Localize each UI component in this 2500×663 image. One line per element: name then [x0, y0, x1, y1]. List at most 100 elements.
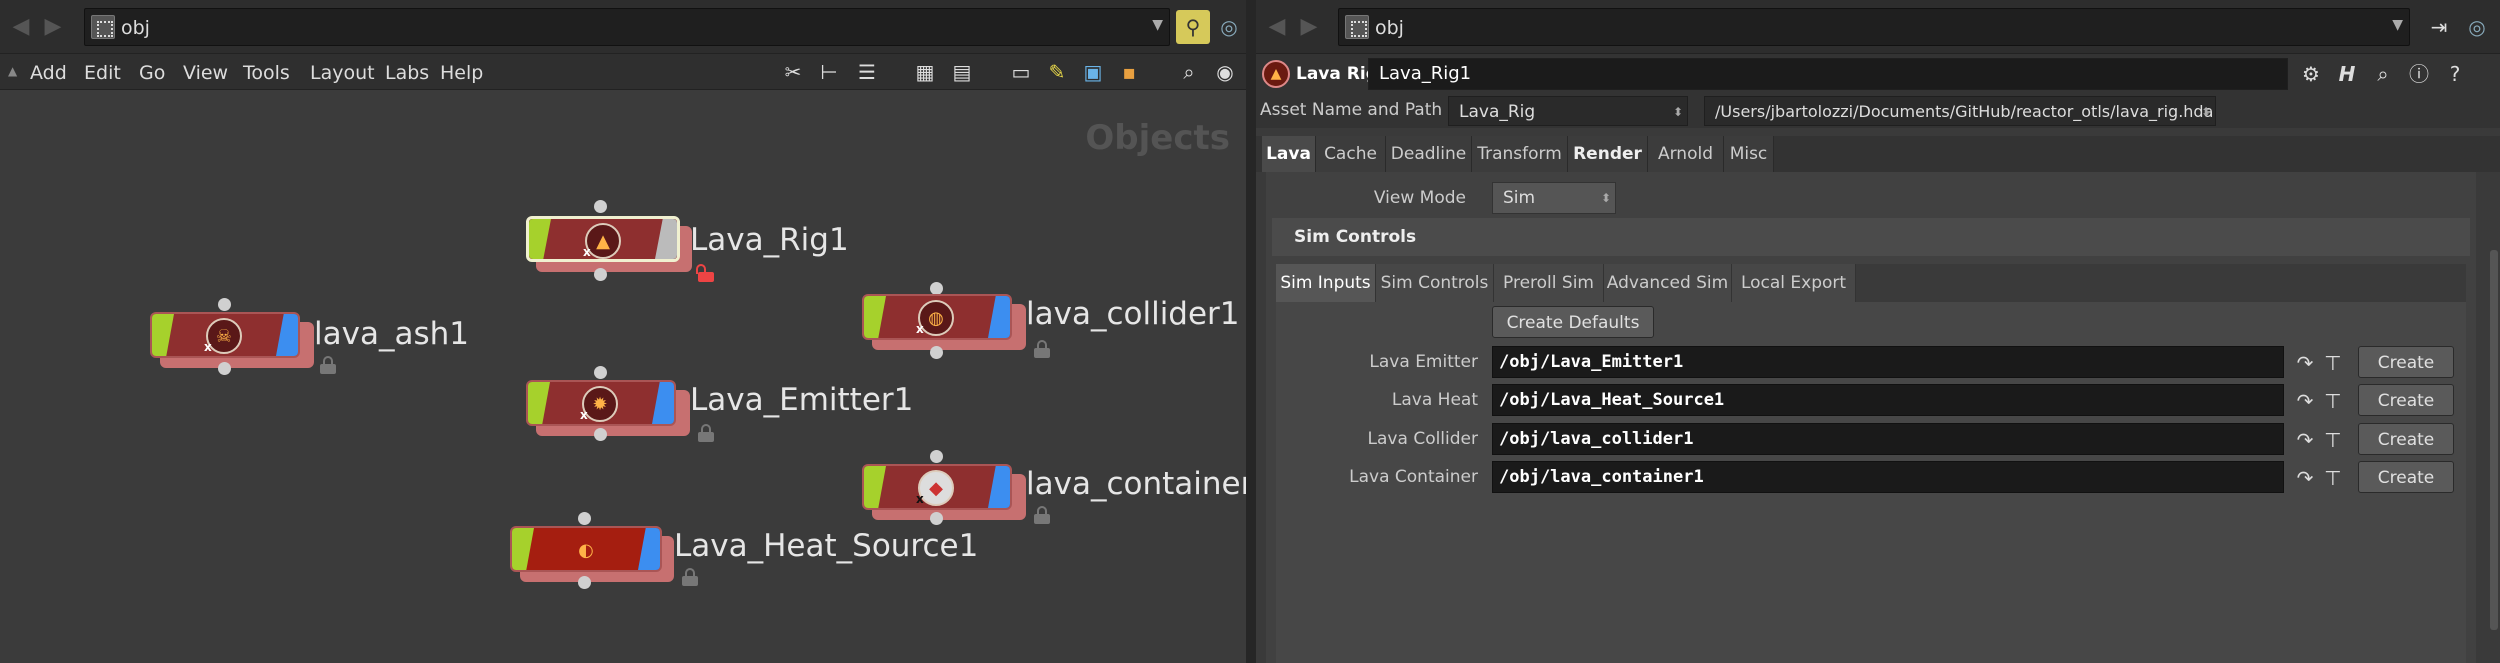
- menu-tools[interactable]: Tools: [243, 62, 290, 84]
- lock-icon[interactable]: [682, 568, 698, 586]
- tab-arnold[interactable]: Arnold: [1648, 136, 1724, 172]
- subtab-preroll-sim[interactable]: Preroll Sim: [1494, 264, 1604, 302]
- create-heat-button[interactable]: Create: [2358, 384, 2454, 416]
- node-chooser-icon[interactable]: ⊤: [2320, 350, 2346, 376]
- jump-icon[interactable]: ↷: [2292, 388, 2318, 414]
- menu-go[interactable]: Go: [139, 62, 165, 84]
- create-defaults-button[interactable]: Create Defaults: [1492, 306, 1654, 338]
- node-chooser-icon[interactable]: ⊤: [2320, 465, 2346, 491]
- pane-divider[interactable]: [1246, 0, 1256, 663]
- box-icon[interactable]: ▪: [1114, 58, 1144, 86]
- pin-icon[interactable]: ⇥: [2422, 10, 2456, 44]
- menu-help[interactable]: Help: [440, 62, 483, 84]
- subtab-local-export[interactable]: Local Export: [1732, 264, 1856, 302]
- search-icon[interactable]: ⌕: [2368, 60, 2398, 88]
- node-lava-rig1[interactable]: ▲ x Lava_Rig1: [524, 200, 849, 300]
- lava-collider-field[interactable]: /obj/lava_collider1: [1492, 423, 2284, 455]
- lock-icon[interactable]: [320, 356, 336, 374]
- view-mode-select[interactable]: Sim ⬍: [1492, 182, 1616, 214]
- jump-icon[interactable]: ↷: [2292, 350, 2318, 376]
- note-icon[interactable]: ✎: [1042, 58, 1072, 86]
- asset-path-field[interactable]: /Users/jbartolozzi/Documents/GitHub/reac…: [1704, 96, 2216, 126]
- forward-arrow-icon[interactable]: ▶: [1296, 14, 1322, 40]
- link-icon[interactable]: ◎: [2460, 10, 2494, 44]
- jump-icon[interactable]: ↷: [2292, 427, 2318, 453]
- menu-labs[interactable]: Labs: [385, 62, 429, 84]
- node-lava-emitter1[interactable]: ✹ x Lava_Emitter1: [526, 366, 913, 466]
- subtab-advanced-sim[interactable]: Advanced Sim: [1604, 264, 1732, 302]
- pin-icon[interactable]: ◎: [1212, 10, 1246, 44]
- output-connector[interactable]: [930, 346, 943, 359]
- eye-icon[interactable]: ◉: [1210, 58, 1240, 86]
- jump-icon[interactable]: ↷: [2292, 465, 2318, 491]
- node-label: Lava_Emitter1: [690, 382, 914, 418]
- menu-edit[interactable]: Edit: [84, 62, 121, 84]
- node-chooser-icon[interactable]: ⊤: [2320, 427, 2346, 453]
- create-emitter-button[interactable]: Create: [2358, 346, 2454, 378]
- image-icon[interactable]: ▣: [1078, 58, 1108, 86]
- input-connector[interactable]: [578, 512, 591, 525]
- lock-icon[interactable]: [698, 424, 714, 442]
- gear-icon[interactable]: ⚙: [2296, 60, 2326, 88]
- node-name-field[interactable]: Lava_Rig1: [1368, 58, 2288, 90]
- back-arrow-icon[interactable]: ◀: [1264, 14, 1290, 40]
- tools-icon[interactable]: ✂: [778, 58, 808, 86]
- node-lava-heat-source1[interactable]: ◐ Lava_Heat_Source1: [510, 512, 978, 612]
- lava-container-field[interactable]: /obj/lava_container1: [1492, 461, 2284, 493]
- asset-name-select[interactable]: Lava_Rig ⬍: [1448, 96, 1688, 126]
- node-chooser-icon[interactable]: ⊤: [2320, 388, 2346, 414]
- menu-view[interactable]: View: [183, 62, 228, 84]
- lock-icon[interactable]: [1034, 506, 1050, 524]
- info-icon[interactable]: ⓘ: [2404, 60, 2434, 88]
- lava-heat-label: Lava Heat: [1391, 390, 1478, 410]
- input-connector[interactable]: [594, 366, 607, 379]
- back-arrow-icon[interactable]: ◀: [8, 14, 34, 40]
- subtab-sim-inputs[interactable]: Sim Inputs: [1276, 264, 1376, 302]
- unlock-icon[interactable]: [696, 264, 714, 282]
- network-view[interactable]: Objects ▲ x Lava_Rig1 ☠ x lava_ash1 ◍ x …: [0, 90, 1246, 663]
- parameter-path-bar: ◀ ▶ obj ▼ ⇥ ◎: [1256, 0, 2500, 54]
- output-connector[interactable]: [594, 268, 607, 281]
- parameter-path-field[interactable]: obj ▼: [1338, 8, 2410, 46]
- emitter-icon: ✹ x: [580, 386, 618, 422]
- forward-arrow-icon[interactable]: ▶: [40, 14, 66, 40]
- lava-emitter-field[interactable]: /obj/Lava_Emitter1: [1492, 346, 2284, 378]
- search-icon[interactable]: ⌕: [1174, 58, 1204, 86]
- lock-icon[interactable]: [1034, 340, 1050, 358]
- output-connector[interactable]: [594, 428, 607, 441]
- tab-transform[interactable]: Transform: [1472, 136, 1568, 172]
- subtab-sim-controls[interactable]: Sim Controls: [1376, 264, 1494, 302]
- scrollbar-thumb[interactable]: [2490, 250, 2498, 630]
- input-connector[interactable]: [594, 200, 607, 213]
- tree-icon[interactable]: ⊢: [814, 58, 844, 86]
- output-connector[interactable]: [218, 362, 231, 375]
- menu-layout[interactable]: Layout: [310, 62, 375, 84]
- chevron-down-icon[interactable]: ▼: [2392, 17, 2403, 33]
- tab-render[interactable]: Render: [1568, 136, 1648, 172]
- link-icon[interactable]: ⚲: [1176, 10, 1210, 44]
- sticky-note-icon[interactable]: ▭: [1006, 58, 1036, 86]
- layout-icon[interactable]: ▤: [947, 58, 977, 86]
- lava-heat-field[interactable]: /obj/Lava_Heat_Source1: [1492, 384, 2284, 416]
- help-h-icon[interactable]: H: [2332, 60, 2362, 88]
- create-collider-button[interactable]: Create: [2358, 423, 2454, 455]
- sim-controls-section[interactable]: Sim Controls: [1272, 218, 2470, 256]
- input-connector[interactable]: [930, 450, 943, 463]
- tab-cache[interactable]: Cache: [1316, 136, 1386, 172]
- tab-deadline[interactable]: Deadline: [1386, 136, 1472, 172]
- network-path-field[interactable]: obj ▼: [84, 8, 1170, 46]
- collapse-icon[interactable]: ▲: [8, 64, 17, 78]
- node-lava-ash1[interactable]: ☠ x lava_ash1: [150, 298, 470, 398]
- input-connector[interactable]: [218, 298, 231, 311]
- create-container-button[interactable]: Create: [2358, 461, 2454, 493]
- menu-add[interactable]: Add: [30, 62, 67, 84]
- list-icon[interactable]: ☰: [852, 58, 882, 86]
- chevron-down-icon[interactable]: ▼: [1152, 17, 1163, 33]
- help-icon[interactable]: ?: [2440, 60, 2470, 88]
- tab-lava[interactable]: Lava: [1262, 136, 1316, 172]
- tab-misc[interactable]: Misc: [1724, 136, 1774, 172]
- output-connector[interactable]: [578, 576, 591, 589]
- parameter-scrollbar[interactable]: [2488, 230, 2500, 663]
- grid-icon[interactable]: ▦: [910, 58, 940, 86]
- node-lava-collider1[interactable]: ◍ x lava_collider1: [862, 282, 1246, 382]
